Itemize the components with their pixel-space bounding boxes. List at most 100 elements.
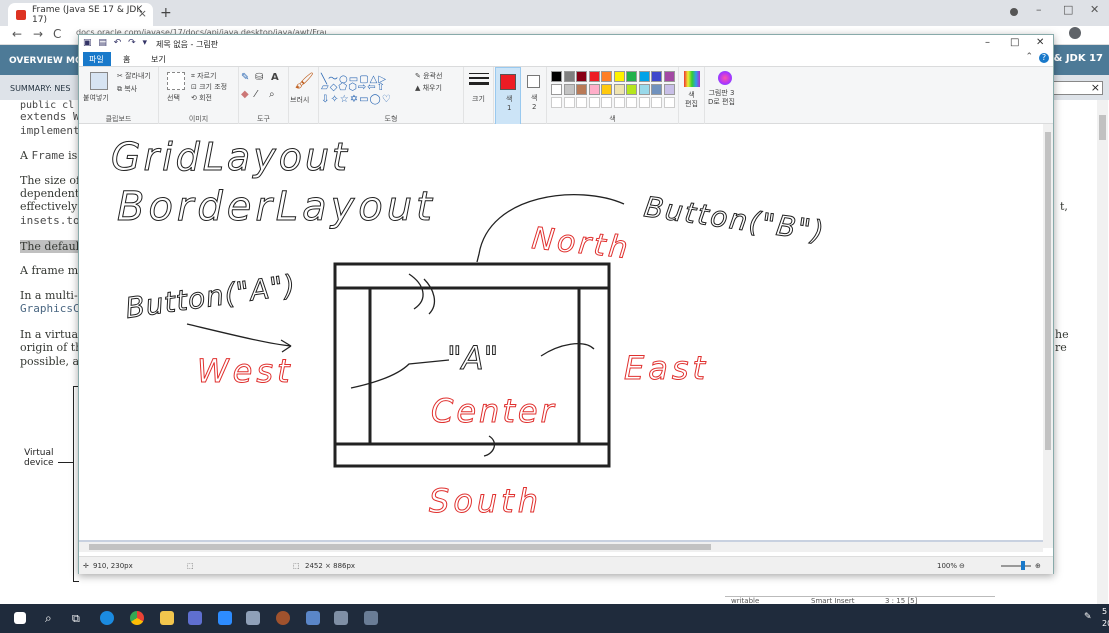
palette-swatch-empty[interactable] xyxy=(601,97,612,108)
palette-swatch[interactable] xyxy=(663,84,675,95)
record-icon[interactable] xyxy=(1010,8,1018,16)
browser-minimize-button[interactable]: – xyxy=(1036,3,1042,16)
zoom-app-icon[interactable] xyxy=(218,611,232,625)
canvas-vertical-scrollbar[interactable] xyxy=(1043,124,1053,548)
palette-swatch[interactable] xyxy=(588,84,600,95)
tab-home[interactable]: 홈 xyxy=(117,52,136,66)
palette-swatch[interactable] xyxy=(626,84,637,95)
text-icon[interactable]: A xyxy=(271,72,279,83)
app-icon[interactable] xyxy=(306,611,320,625)
clock-time[interactable]: 5 xyxy=(1102,607,1107,616)
color2-button[interactable]: 색 2 xyxy=(523,67,547,125)
nav-overview-link[interactable]: OVERVIEW xyxy=(9,56,63,66)
select-button[interactable]: 선택 xyxy=(167,93,180,103)
eraser-icon[interactable]: ◆ xyxy=(241,89,249,100)
color1-button[interactable]: 색 1 xyxy=(495,67,521,125)
palette-swatch[interactable] xyxy=(588,71,600,82)
palette-swatch-empty[interactable] xyxy=(563,97,575,108)
palette-swatch[interactable] xyxy=(613,71,625,82)
brushes-button[interactable]: 브러시 xyxy=(290,95,309,105)
drawing-canvas[interactable]: GridLayout BorderLayout Button("B") Butt… xyxy=(79,124,1043,540)
fill-button[interactable]: ▲ 채우기 xyxy=(415,83,442,93)
palette-swatch[interactable] xyxy=(551,84,562,95)
paint-close-button[interactable]: ✕ xyxy=(1036,37,1044,48)
palette-swatch[interactable] xyxy=(563,84,575,95)
zoom-out-icon[interactable]: ⊖ xyxy=(959,562,965,570)
paint-app-icon[interactable] xyxy=(246,611,260,625)
palette-swatch[interactable] xyxy=(601,71,612,82)
clock-date[interactable]: 20 xyxy=(1102,619,1109,628)
palette-swatch[interactable] xyxy=(626,71,637,82)
palette-swatch-empty[interactable] xyxy=(651,97,662,108)
palette-swatch-empty[interactable] xyxy=(638,97,650,108)
outline-button[interactable]: ✎ 윤곽선 xyxy=(415,71,442,81)
crop-button[interactable]: ⌗ 자르기 xyxy=(191,71,217,81)
size-line-icon[interactable] xyxy=(469,73,489,74)
browser-close-button[interactable]: ✕ xyxy=(1090,3,1099,16)
fill-icon[interactable]: ⛁ xyxy=(255,72,263,83)
task-view-icon[interactable]: ⧉ xyxy=(72,612,80,626)
zoom-slider-thumb[interactable] xyxy=(1021,561,1025,570)
size-button[interactable]: 크기 xyxy=(472,94,485,104)
size-line-icon[interactable] xyxy=(469,82,489,85)
palette-swatch[interactable] xyxy=(576,84,587,95)
palette-swatch[interactable] xyxy=(638,84,650,95)
calculator-icon[interactable] xyxy=(364,611,378,625)
magnifier-icon[interactable]: ⌕ xyxy=(269,89,275,100)
doc-link-graphics[interactable]: GraphicsC xyxy=(20,302,78,315)
browser-tab[interactable]: Frame (Java SE 17 & JDK 17) × xyxy=(8,3,153,26)
palette-swatch-empty[interactable] xyxy=(551,97,562,108)
palette-swatch-empty[interactable] xyxy=(588,97,600,108)
paste-icon[interactable] xyxy=(90,72,108,90)
app-icon[interactable] xyxy=(188,611,202,625)
canvas-horizontal-scrollbar[interactable] xyxy=(79,542,1043,552)
zoom-in-icon[interactable]: ⊕ xyxy=(1035,562,1041,570)
copy-button[interactable]: ⧉ 복사 xyxy=(117,84,137,94)
palette-swatch[interactable] xyxy=(651,71,662,82)
profile-avatar-icon[interactable] xyxy=(1069,27,1081,39)
palette-swatch[interactable] xyxy=(613,84,625,95)
palette-swatch[interactable] xyxy=(551,71,562,82)
tray-icon[interactable]: ✎ xyxy=(1084,612,1092,622)
search-icon[interactable]: ⌕ xyxy=(45,611,52,626)
paint3d-button[interactable]: 그림판 3 D로 편집 xyxy=(705,67,745,125)
chrome-icon[interactable] xyxy=(130,611,144,625)
summary-nav[interactable]: SUMMARY: NES xyxy=(10,84,70,93)
brush-icon[interactable]: 🖌 xyxy=(294,71,314,90)
palette-swatch-empty[interactable] xyxy=(663,97,675,108)
paste-button[interactable]: 붙여넣기 xyxy=(83,93,109,103)
quick-access-toolbar[interactable]: ▣ ▤ ↶ ↷ ▾ xyxy=(83,38,149,48)
shapes-row-2[interactable]: ▱◇⬠⬡⇨⇦⇧ xyxy=(321,82,386,93)
zoom-slider[interactable] xyxy=(1001,561,1031,570)
select-icon[interactable] xyxy=(167,72,185,90)
browser-maximize-button[interactable]: □ xyxy=(1063,3,1073,16)
palette-swatch-empty[interactable] xyxy=(613,97,625,108)
shapes-row-3[interactable]: ⇩✧☆✡▭◯♡ xyxy=(321,94,392,105)
scroll-thumb[interactable] xyxy=(89,544,711,550)
help-icon[interactable]: ? xyxy=(1039,53,1049,63)
tab-file[interactable]: 파일 xyxy=(83,52,111,66)
app-icon[interactable] xyxy=(334,611,348,625)
edit-colors-button[interactable]: 색 편집 xyxy=(679,67,705,125)
paint-minimize-button[interactable]: – xyxy=(985,37,990,48)
file-explorer-icon[interactable] xyxy=(160,611,174,625)
color-picker-icon[interactable]: ⁄ xyxy=(255,89,257,100)
page-scrollbar[interactable] xyxy=(1097,100,1108,604)
palette-swatch[interactable] xyxy=(576,71,587,82)
rotate-button[interactable]: ⟲ 회전 xyxy=(191,93,212,103)
palette-swatch[interactable] xyxy=(601,84,612,95)
edge-icon[interactable] xyxy=(100,611,114,625)
ribbon-collapse-icon[interactable]: ⌃ xyxy=(1025,52,1033,62)
palette-swatch[interactable] xyxy=(663,71,675,82)
pencil-icon[interactable]: ✎ xyxy=(241,72,249,83)
search-clear-icon[interactable]: × xyxy=(1091,81,1100,94)
palette-swatch[interactable] xyxy=(651,84,662,95)
palette-swatch[interactable] xyxy=(563,71,575,82)
cut-button[interactable]: ✂ 잘라내기 xyxy=(117,71,151,81)
new-tab-button[interactable]: + xyxy=(160,5,172,21)
tab-close-icon[interactable]: × xyxy=(138,7,147,20)
palette-swatch[interactable] xyxy=(638,71,650,82)
back-button[interactable]: ← xyxy=(12,27,22,41)
resize-button[interactable]: ⊡ 크기 조정 xyxy=(191,82,227,92)
start-windows-icon[interactable] xyxy=(14,612,26,624)
